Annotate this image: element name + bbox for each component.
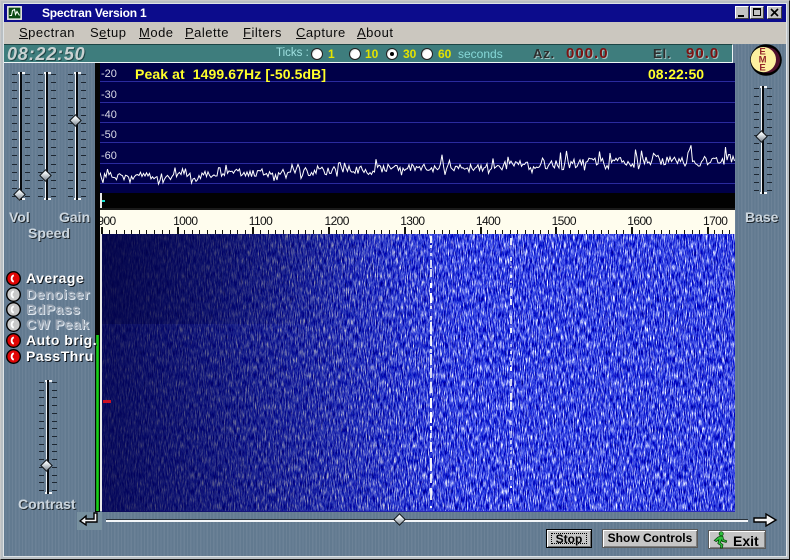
svg-text:E: E bbox=[759, 62, 765, 73]
